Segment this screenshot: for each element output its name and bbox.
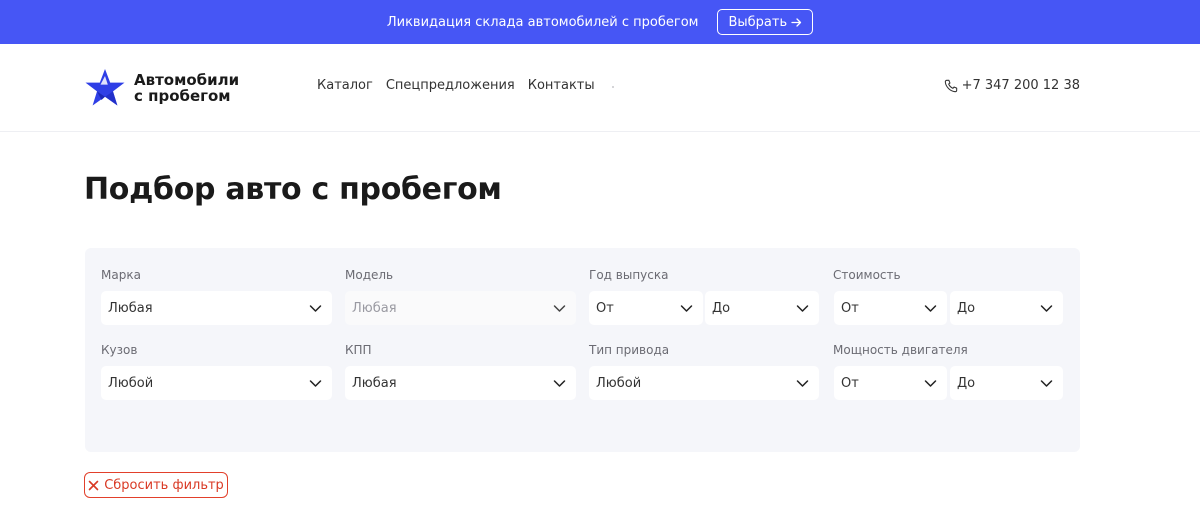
nav-divider-dot	[611, 85, 614, 88]
power-label: Мощность двигателя	[833, 343, 968, 357]
chevron-down-icon	[1040, 304, 1053, 312]
price-to-value: До	[957, 300, 976, 316]
chevron-down-icon	[1040, 379, 1053, 387]
chevron-down-icon	[309, 304, 322, 312]
promo-select-button[interactable]: Выбрать	[717, 9, 814, 35]
body-select[interactable]: Любой	[101, 366, 332, 400]
year-from-value: От	[596, 300, 614, 316]
chevron-down-icon	[924, 304, 937, 312]
drive-select[interactable]: Любой	[589, 366, 819, 400]
year-label: Год выпуска	[589, 268, 669, 282]
price-from-value: От	[841, 300, 859, 316]
chevron-down-icon	[553, 304, 566, 312]
model-select[interactable]: Любая	[345, 291, 576, 325]
phone-icon	[944, 79, 957, 92]
power-from-value: От	[841, 375, 859, 391]
star-logo-icon	[85, 69, 125, 106]
gearbox-label: КПП	[345, 343, 372, 357]
chevron-down-icon	[796, 304, 809, 312]
arrow-right-icon	[791, 17, 802, 27]
power-from-select[interactable]: От	[834, 366, 947, 400]
drive-label: Тип привода	[589, 343, 670, 357]
logo[interactable]: Автомобили с пробегом	[84, 67, 264, 109]
nav-item-catalog[interactable]: Каталог	[317, 78, 373, 93]
nav-item-special-offers[interactable]: Спецпредложения	[386, 78, 515, 93]
phone-number: +7 347 200 12 38	[961, 78, 1080, 93]
reset-filter-button[interactable]: Сбросить фильтр	[84, 472, 228, 498]
power-to-value: До	[957, 375, 976, 391]
year-to-select[interactable]: До	[705, 291, 819, 325]
main-nav: Каталог Спецпредложения Контакты	[317, 78, 614, 93]
body-value: Любой	[108, 375, 154, 391]
year-from-select[interactable]: От	[589, 291, 703, 325]
drive-value: Любой	[596, 375, 642, 391]
gearbox-select[interactable]: Любая	[345, 366, 576, 400]
gearbox-value: Любая	[352, 375, 397, 391]
price-label: Стоимость	[833, 268, 901, 282]
power-to-select[interactable]: До	[950, 366, 1063, 400]
price-to-select[interactable]: До	[950, 291, 1063, 325]
phone-link[interactable]: +7 347 200 12 38	[944, 78, 1080, 93]
filter-panel: Марка Любая Модель Любая Год выпуска От …	[85, 248, 1080, 452]
price-from-select[interactable]: От	[834, 291, 947, 325]
reset-filter-label: Сбросить фильтр	[104, 477, 224, 493]
promo-text: Ликвидация склада автомобилей с пробегом	[386, 14, 699, 30]
model-label: Модель	[345, 268, 394, 282]
model-value: Любая	[352, 300, 397, 316]
site-header: Автомобили с пробегом Каталог Спецпредло…	[0, 44, 1200, 132]
brand-label: Марка	[101, 268, 141, 282]
brand-value: Любая	[108, 300, 153, 316]
chevron-down-icon	[924, 379, 937, 387]
chevron-down-icon	[680, 304, 693, 312]
body-label: Кузов	[101, 343, 138, 357]
page-title: Подбор авто с пробегом	[84, 172, 502, 207]
logo-line-1: Автомобили	[134, 71, 240, 89]
close-icon	[88, 480, 99, 490]
logo-text: Автомобили с пробегом	[134, 72, 239, 104]
brand-select[interactable]: Любая	[101, 291, 332, 325]
logo-line-2: с пробегом	[134, 87, 231, 105]
chevron-down-icon	[309, 379, 322, 387]
promo-select-label: Выбрать	[728, 14, 788, 30]
promo-bar: Ликвидация склада автомобилей с пробегом…	[0, 0, 1200, 44]
year-to-value: До	[712, 300, 731, 316]
nav-item-contacts[interactable]: Контакты	[528, 78, 595, 93]
chevron-down-icon	[553, 379, 566, 387]
chevron-down-icon	[796, 379, 809, 387]
